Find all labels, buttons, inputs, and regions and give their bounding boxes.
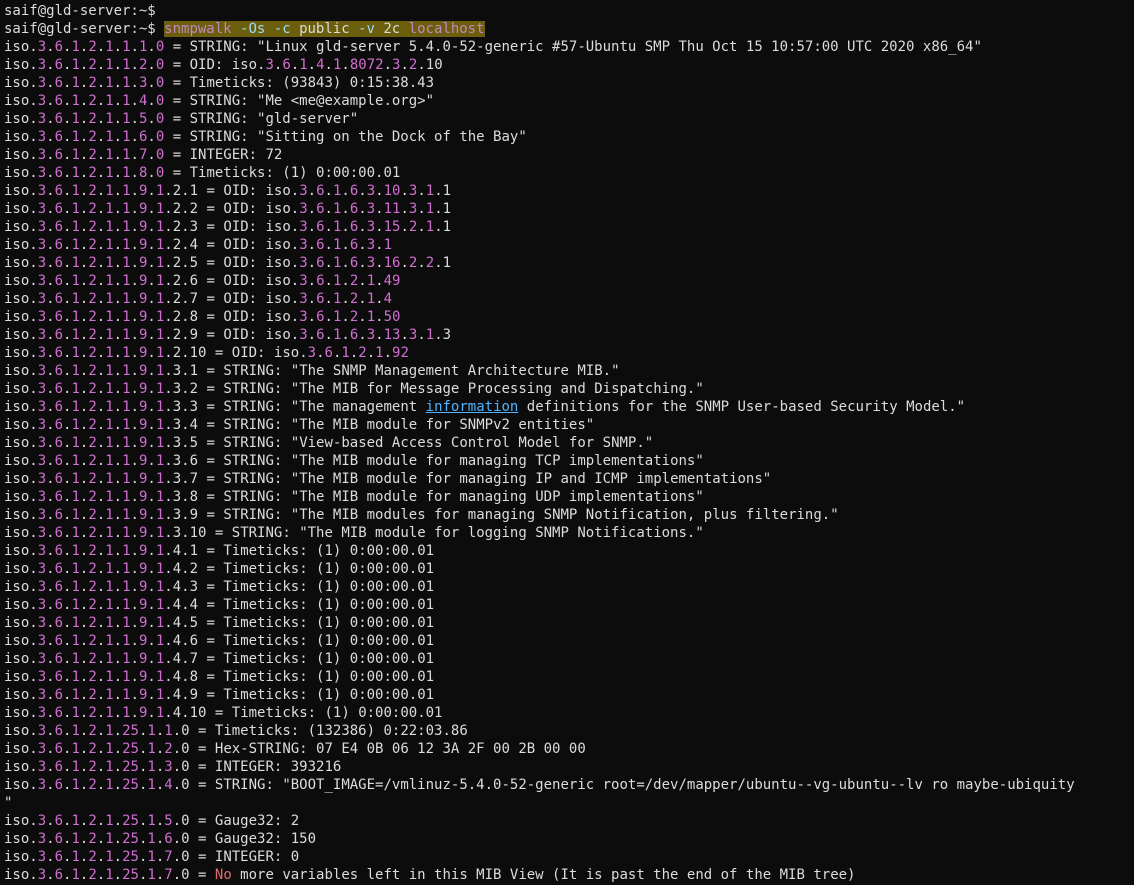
output-line: iso.3.6.1.2.1.1.2.0 = OID: iso.3.6.1.4.1… (4, 56, 1130, 74)
output-line: iso.3.6.1.2.1.1.9.1.3.7 = STRING: "The M… (4, 470, 1130, 488)
output-line: iso.3.6.1.2.1.1.9.1.3.1 = STRING: "The S… (4, 362, 1130, 380)
output-line: iso.3.6.1.2.1.1.9.1.3.5 = STRING: "View-… (4, 434, 1130, 452)
command-highlight: snmpwalk -Os -c public -v 2c localhost (164, 21, 484, 37)
output-line: iso.3.6.1.2.1.25.1.3.0 = INTEGER: 393216 (4, 758, 1130, 776)
output-line: iso.3.6.1.2.1.25.1.1.0 = Timeticks: (132… (4, 722, 1130, 740)
output-line: iso.3.6.1.2.1.1.9.1.3.2 = STRING: "The M… (4, 380, 1130, 398)
output-line: iso.3.6.1.2.1.1.9.1.2.3 = OID: iso.3.6.1… (4, 218, 1130, 236)
output-line: iso.3.6.1.2.1.1.9.1.2.9 = OID: iso.3.6.1… (4, 326, 1130, 344)
output-line: iso.3.6.1.2.1.1.9.1.3.9 = STRING: "The M… (4, 506, 1130, 524)
output-line: iso.3.6.1.2.1.1.9.1.4.5 = Timeticks: (1)… (4, 614, 1130, 632)
command-bin: snmpwalk (164, 21, 231, 37)
output-line: iso.3.6.1.2.1.1.9.1.4.1 = Timeticks: (1)… (4, 542, 1130, 560)
output-line: iso.3.6.1.2.1.1.9.1.4.6 = Timeticks: (1)… (4, 632, 1130, 650)
output-line: iso.3.6.1.2.1.1.8.0 = Timeticks: (1) 0:0… (4, 164, 1130, 182)
prompt-line: saif@gld-server:~$ (4, 2, 1130, 20)
output-line: iso.3.6.1.2.1.1.9.1.2.5 = OID: iso.3.6.1… (4, 254, 1130, 272)
output-line: iso.3.6.1.2.1.1.9.1.4.2 = Timeticks: (1)… (4, 560, 1130, 578)
prompt: saif@gld-server:~$ (4, 3, 156, 19)
output-line: iso.3.6.1.2.1.25.1.6.0 = Gauge32: 150 (4, 830, 1130, 848)
output-line: iso.3.6.1.2.1.1.9.1.3.6 = STRING: "The M… (4, 452, 1130, 470)
output-line: iso.3.6.1.2.1.25.1.5.0 = Gauge32: 2 (4, 812, 1130, 830)
terminal[interactable]: saif@gld-server:~$ saif@gld-server:~$ sn… (0, 0, 1134, 885)
output-line: iso.3.6.1.2.1.1.9.1.4.8 = Timeticks: (1)… (4, 668, 1130, 686)
output-line: iso.3.6.1.2.1.1.9.1.2.10 = OID: iso.3.6.… (4, 344, 1130, 362)
output-line: iso.3.6.1.2.1.1.1.0 = STRING: "Linux gld… (4, 38, 1130, 56)
output-line: iso.3.6.1.2.1.1.9.1.2.4 = OID: iso.3.6.1… (4, 236, 1130, 254)
output-line: iso.3.6.1.2.1.1.5.0 = STRING: "gld-serve… (4, 110, 1130, 128)
output-line: iso.3.6.1.2.1.1.9.1.4.10 = Timeticks: (1… (4, 704, 1130, 722)
output-line: iso.3.6.1.2.1.25.1.2.0 = Hex-STRING: 07 … (4, 740, 1130, 758)
output-line: iso.3.6.1.2.1.25.1.7.0 = INTEGER: 0 (4, 848, 1130, 866)
output-line: iso.3.6.1.2.1.1.9.1.3.4 = STRING: "The M… (4, 416, 1130, 434)
output-line: iso.3.6.1.2.1.1.9.1.2.1 = OID: iso.3.6.1… (4, 182, 1130, 200)
output-line: iso.3.6.1.2.1.1.9.1.3.10 = STRING: "The … (4, 524, 1130, 542)
output-line: iso.3.6.1.2.1.1.9.1.2.7 = OID: iso.3.6.1… (4, 290, 1130, 308)
output-line: iso.3.6.1.2.1.1.9.1.3.8 = STRING: "The M… (4, 488, 1130, 506)
output-line: iso.3.6.1.2.1.1.9.1.2.8 = OID: iso.3.6.1… (4, 308, 1130, 326)
output-line: iso.3.6.1.2.1.1.4.0 = STRING: "Me <me@ex… (4, 92, 1130, 110)
output-line: iso.3.6.1.2.1.1.9.1.3.3 = STRING: "The m… (4, 398, 1130, 416)
output-line: iso.3.6.1.2.1.1.9.1.4.7 = Timeticks: (1)… (4, 650, 1130, 668)
command-line: saif@gld-server:~$ snmpwalk -Os -c publi… (4, 20, 1130, 38)
output-line: iso.3.6.1.2.1.25.1.7.0 = No more variabl… (4, 866, 1130, 884)
output-line: iso.3.6.1.2.1.1.9.1.2.2 = OID: iso.3.6.1… (4, 200, 1130, 218)
output-line: iso.3.6.1.2.1.1.7.0 = INTEGER: 72 (4, 146, 1130, 164)
output-line: iso.3.6.1.2.1.1.6.0 = STRING: "Sitting o… (4, 128, 1130, 146)
output-line: iso.3.6.1.2.1.1.3.0 = Timeticks: (93843)… (4, 74, 1130, 92)
output-line: iso.3.6.1.2.1.1.9.1.4.9 = Timeticks: (1)… (4, 686, 1130, 704)
output-line-wrap: " (4, 794, 1130, 812)
output-line: iso.3.6.1.2.1.1.9.1.4.3 = Timeticks: (1)… (4, 578, 1130, 596)
output-line: iso.3.6.1.2.1.25.1.4.0 = STRING: "BOOT_I… (4, 776, 1130, 794)
prompt: saif@gld-server:~$ (4, 21, 156, 37)
output-line: iso.3.6.1.2.1.1.9.1.4.4 = Timeticks: (1)… (4, 596, 1130, 614)
output-line: iso.3.6.1.2.1.1.9.1.2.6 = OID: iso.3.6.1… (4, 272, 1130, 290)
